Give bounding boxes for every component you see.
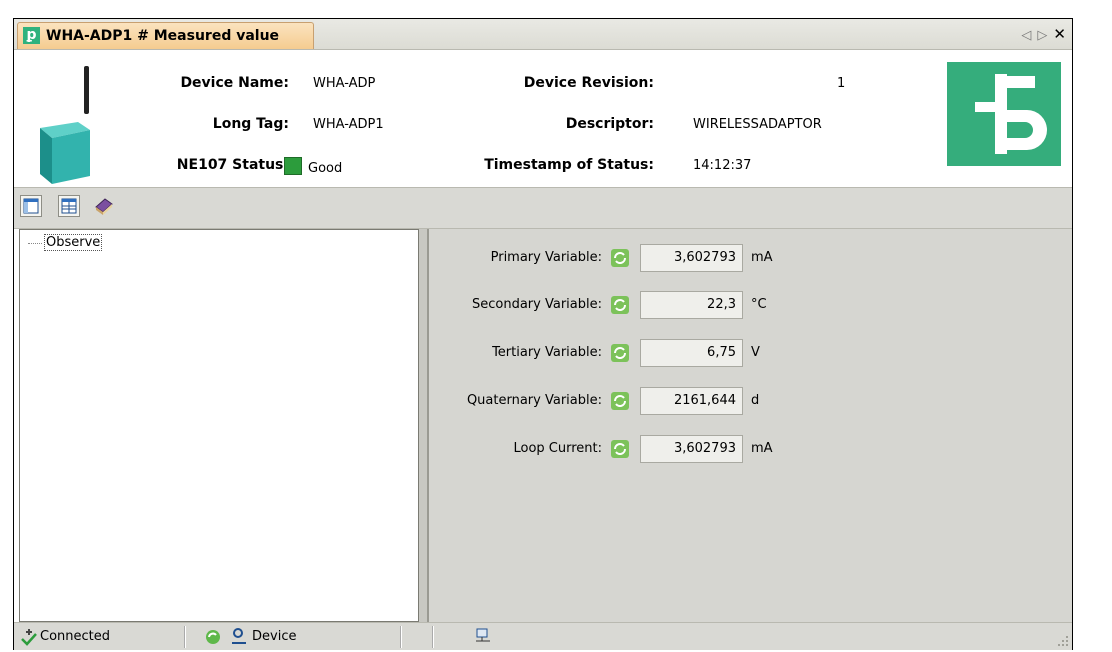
- device-revision-value: 1: [837, 76, 846, 91]
- tab-measured-value[interactable]: ꝑ WHA-ADP1 # Measured value: [17, 22, 314, 49]
- scroll-right-icon[interactable]: ▷: [1037, 28, 1047, 43]
- timestamp-label: Timestamp of Status:: [484, 157, 654, 173]
- resize-grip-icon[interactable]: [1057, 635, 1069, 647]
- device-network-icon: [476, 628, 490, 642]
- variable-value-field: 22,3: [640, 291, 743, 319]
- variable-label: Primary Variable:: [490, 250, 602, 265]
- variable-unit: d: [751, 393, 760, 408]
- ne107-status-value: Good: [284, 157, 342, 176]
- tree-connector: [28, 243, 42, 244]
- variable-unit: mA: [751, 441, 773, 456]
- status-separator: [400, 626, 402, 648]
- status-separator: [432, 626, 434, 648]
- variable-row: Primary Variable: 3,602793 mA: [429, 244, 1072, 272]
- close-icon[interactable]: ✕: [1053, 25, 1066, 43]
- pepperl-fuchs-logo-icon: [947, 62, 1061, 166]
- status-separator: [184, 626, 186, 648]
- pane-splitter[interactable]: [419, 229, 427, 622]
- descriptor-value: WIRELESSADAPTOR: [693, 117, 822, 132]
- long-tag-value: WHA-ADP1: [313, 117, 384, 132]
- descriptor-label: Descriptor:: [565, 116, 654, 132]
- variable-label: Loop Current:: [513, 441, 602, 456]
- tab-controls: ◁ ▷ ✕: [1015, 25, 1066, 43]
- scroll-left-icon[interactable]: ◁: [1021, 28, 1031, 43]
- tab-bar: ꝑ WHA-ADP1 # Measured value ◁ ▷ ✕: [14, 19, 1072, 50]
- refresh-icon[interactable]: [611, 249, 629, 267]
- ne107-status-label: NE107 Status:: [176, 157, 289, 173]
- tree-item-observe[interactable]: Observe: [44, 234, 103, 251]
- variable-row: Secondary Variable: 22,3 °C: [429, 291, 1072, 319]
- variable-row: Quaternary Variable: 2161,644 d: [429, 387, 1072, 415]
- table-view-icon: [61, 198, 77, 214]
- variable-row: Loop Current: 3,602793 mA: [429, 435, 1072, 463]
- variable-unit: V: [751, 345, 760, 360]
- help-book-icon[interactable]: [94, 196, 114, 216]
- status-indicator-icon: [284, 157, 302, 175]
- layout-view-button[interactable]: [20, 195, 42, 217]
- pf-logo-icon: ꝑ: [23, 27, 40, 44]
- layout-view-icon: [23, 198, 39, 214]
- navigation-tree: Observe: [19, 229, 419, 622]
- app-window: ꝑ WHA-ADP1 # Measured value ◁ ▷ ✕ Device N…: [13, 18, 1073, 650]
- device-header: Device Name: WHA-ADP Long Tag: WHA-ADP1 …: [14, 50, 1072, 186]
- device-user-icon: [232, 628, 246, 644]
- variable-label: Quaternary Variable:: [466, 393, 602, 408]
- measured-values-panel: Primary Variable: 3,602793 mA Secondary Var…: [427, 229, 1072, 622]
- variable-value-field: 6,75: [640, 339, 743, 367]
- table-view-button[interactable]: [58, 195, 80, 217]
- refresh-icon[interactable]: [611, 392, 629, 410]
- ne107-status-text: Good: [308, 161, 343, 176]
- device-mode-label: Device: [252, 629, 297, 644]
- refresh-icon[interactable]: [611, 440, 629, 458]
- device-name-label: Device Name:: [180, 75, 289, 91]
- variable-row: Tertiary Variable: 6,75 V: [429, 339, 1072, 367]
- wireless-adapter-image-icon: [40, 66, 90, 184]
- connection-status: Connected: [40, 629, 111, 644]
- connected-icon: [21, 629, 37, 646]
- variable-unit: °C: [751, 297, 767, 312]
- long-tag-label: Long Tag:: [212, 116, 289, 132]
- refresh-icon[interactable]: [611, 344, 629, 362]
- tab-title: WHA-ADP1 # Measured value: [46, 28, 280, 44]
- timestamp-value: 14:12:37: [693, 158, 752, 173]
- device-name-value: WHA-ADP: [313, 76, 376, 91]
- variable-value-field: 2161,644: [640, 387, 743, 415]
- refresh-status-icon[interactable]: [204, 628, 222, 646]
- device-revision-label: Device Revision:: [523, 75, 654, 91]
- variable-unit: mA: [751, 250, 773, 265]
- variable-value-field: 3,602793: [640, 244, 743, 272]
- status-bar: Connected Device: [14, 622, 1072, 650]
- refresh-icon[interactable]: [611, 296, 629, 314]
- variable-label: Tertiary Variable:: [492, 345, 602, 360]
- variable-label: Secondary Variable:: [472, 297, 602, 312]
- variable-value-field: 3,602793: [640, 435, 743, 463]
- view-toolbar: [14, 187, 1072, 229]
